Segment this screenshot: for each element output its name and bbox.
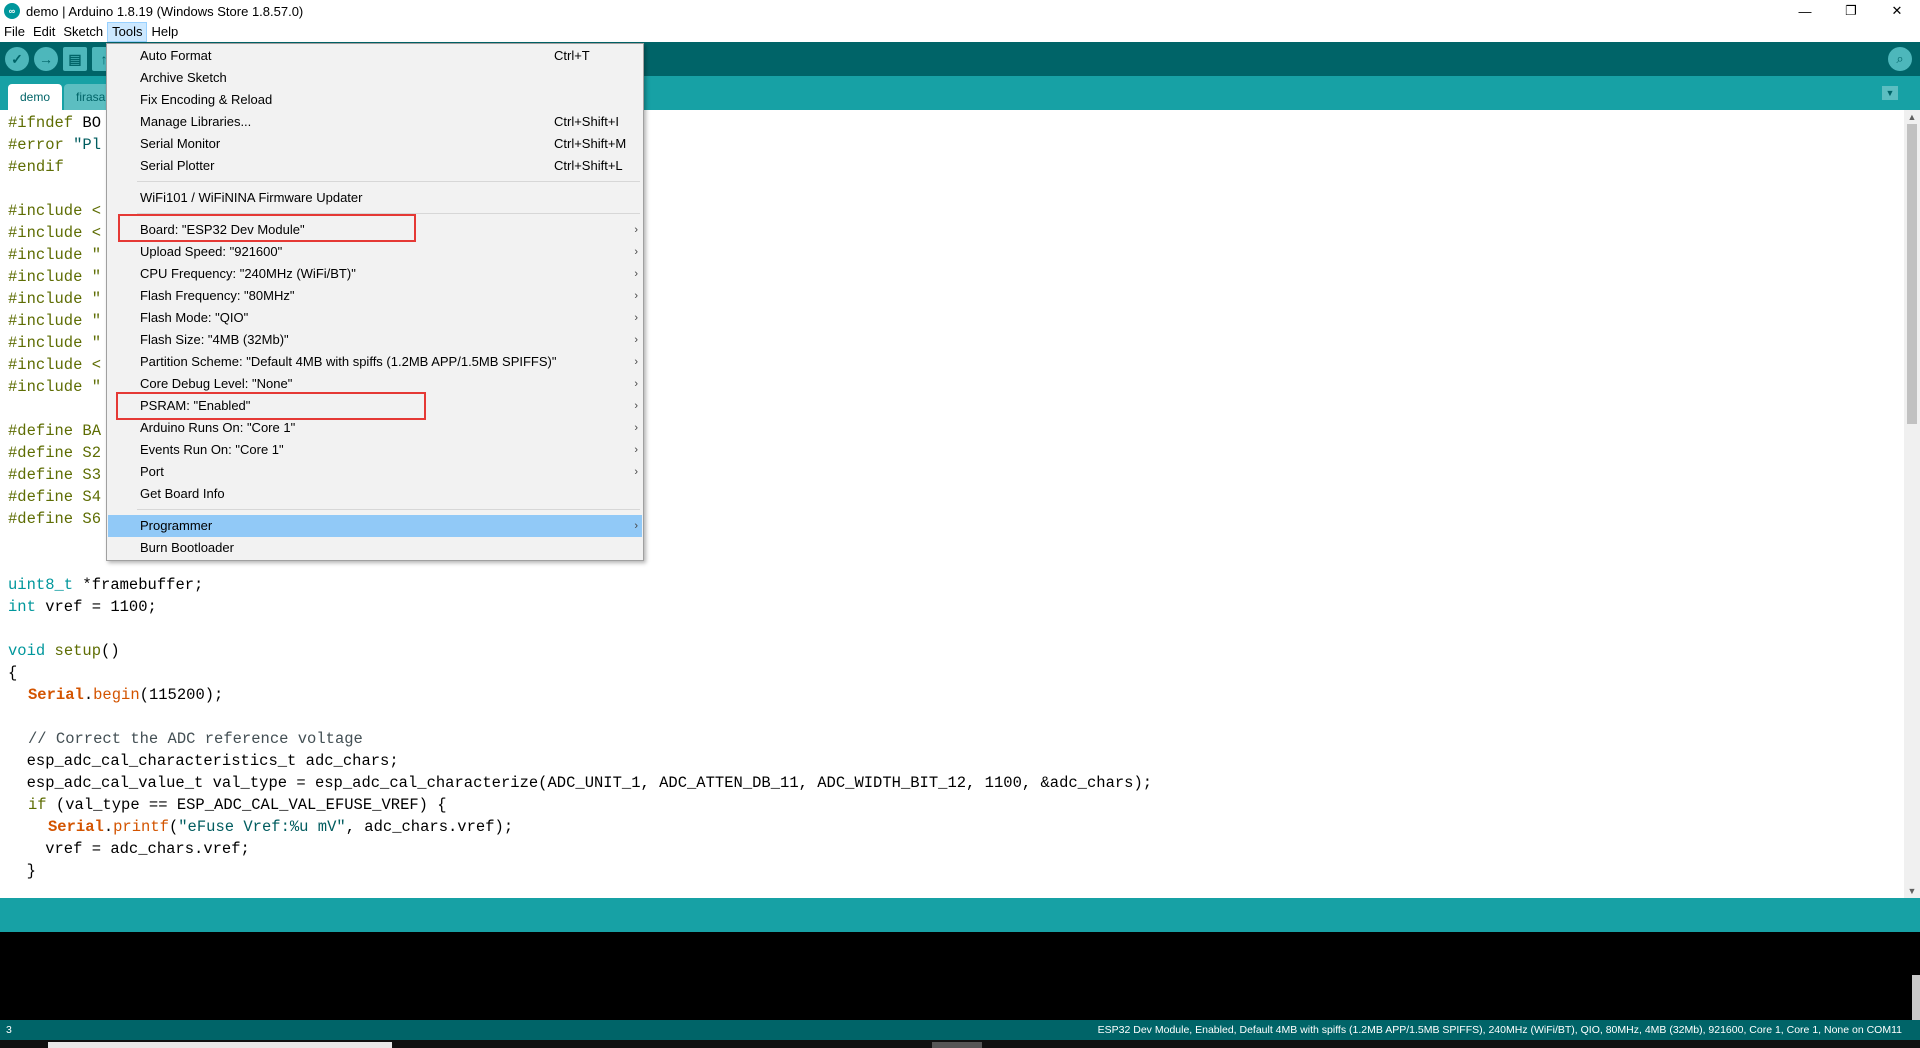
close-button[interactable]: ✕ [1874,0,1920,22]
menu-item-arduino-runs-on[interactable]: Arduino Runs On: "Core 1" › [108,417,642,439]
code-line: esp_adc_cal_characteristics_t adc_chars; [8,752,399,770]
menu-item-manage-libraries[interactable]: Manage Libraries... Ctrl+Shift+I [108,111,642,133]
submenu-arrow-icon: › [634,444,638,456]
menu-separator [137,181,640,182]
menu-help[interactable]: Help [147,22,182,42]
code-line: #include " [8,378,102,396]
code-line: { [8,664,18,682]
menu-item-burn-bootloader[interactable]: Burn Bootloader [108,537,642,559]
code-line: void setup() [8,642,120,660]
menu-item-archive-sketch[interactable]: Archive Sketch [108,67,642,89]
board-config-status: ESP32 Dev Module, Enabled, Default 4MB w… [1097,1024,1902,1036]
code-line: #include " [8,312,102,330]
taskbar-item[interactable] [48,1042,392,1048]
code-line: #include " [8,268,102,286]
menu-item-serial-monitor[interactable]: Serial Monitor Ctrl+Shift+M [108,133,642,155]
submenu-arrow-icon: › [634,378,638,390]
code-line: #include " [8,290,102,308]
submenu-arrow-icon: › [634,224,638,236]
code-line: #include " [8,246,102,264]
menu-item-fix-encoding[interactable]: Fix Encoding & Reload [108,89,642,111]
menu-item-auto-format[interactable]: Auto Format Ctrl+T [108,45,642,67]
code-line: #define S4 [8,488,102,506]
menu-file[interactable]: File [0,22,29,42]
menu-bar: File Edit Sketch Tools Help [0,22,1920,42]
submenu-arrow-icon: › [634,520,638,532]
submenu-arrow-icon: › [634,268,638,280]
code-line: #error "Pl [8,136,102,154]
code-line: Serial.begin(115200); [28,686,224,704]
menu-item-flash-size[interactable]: Flash Size: "4MB (32Mb)" › [108,329,642,351]
submenu-arrow-icon: › [634,312,638,324]
menu-edit[interactable]: Edit [29,22,59,42]
menu-separator [137,509,640,510]
code-line: // Correct the ADC reference voltage [28,730,363,748]
scroll-thumb[interactable] [1907,124,1917,424]
minimize-button[interactable]: — [1782,0,1828,22]
tools-menu-dropdown: Auto Format Ctrl+T Archive Sketch Fix Enc… [106,43,644,561]
menu-item-get-board-info[interactable]: Get Board Info [108,483,642,505]
tab-demo[interactable]: demo [8,84,63,110]
window-controls: — ❐ ✕ [1782,0,1920,22]
menu-item-port[interactable]: Port › [108,461,642,483]
menu-sketch[interactable]: Sketch [59,22,107,42]
code-line: if (val_type == ESP_ADC_CAL_VAL_EFUSE_VR… [28,796,447,814]
menu-item-cpu-frequency[interactable]: CPU Frequency: "240MHz (WiFi/BT)" › [108,263,642,285]
maximize-button[interactable]: ❐ [1828,0,1874,22]
highlight-box-psram [116,392,426,420]
highlight-box-board [118,214,416,242]
code-line: Serial.printf("eFuse Vref:%u mV", adc_ch… [48,818,514,836]
menu-item-flash-frequency[interactable]: Flash Frequency: "80MHz" › [108,285,642,307]
code-line: esp_adc_cal_value_t val_type = esp_adc_c… [8,774,1153,792]
code-line: uint8_t *framebuffer; [8,576,204,594]
console-output[interactable] [0,932,1920,1020]
window-title: demo | Arduino 1.8.19 (Windows Store 1.8… [26,3,304,19]
submenu-arrow-icon: › [634,400,638,412]
menu-tools[interactable]: Tools [107,22,148,42]
menu-item-partition-scheme[interactable]: Partition Scheme: "Default 4MB with spif… [108,351,642,373]
serial-monitor-icon[interactable]: ⌕ [1888,47,1912,71]
console-scrollbar[interactable] [1912,975,1920,1020]
submenu-arrow-icon: › [634,246,638,258]
menu-item-programmer[interactable]: Programmer › [108,515,642,537]
menu-item-firmware-updater[interactable]: WiFi101 / WiFiNINA Firmware Updater [108,187,642,209]
submenu-arrow-icon: › [634,356,638,368]
code-line: #ifndef BO [8,114,102,132]
scroll-up-icon[interactable]: ▲ [1904,110,1920,124]
code-line: } [8,862,36,880]
code-line: #define S6 [8,510,102,528]
scroll-down-icon[interactable]: ▼ [1904,884,1920,898]
message-bar [0,898,1920,932]
tab-menu-icon[interactable]: ▼ [1882,86,1898,100]
taskbar-item[interactable] [932,1042,982,1048]
verify-icon[interactable]: ✓ [5,47,29,71]
code-line: #include " [8,334,102,352]
menu-item-serial-plotter[interactable]: Serial Plotter Ctrl+Shift+L [108,155,642,177]
submenu-arrow-icon: › [634,422,638,434]
title-bar: ∞ demo | Arduino 1.8.19 (Windows Store 1… [0,0,1920,22]
code-line: #define S2 [8,444,102,462]
code-line: int vref = 1100; [8,598,157,616]
submenu-arrow-icon: › [634,466,638,478]
code-line: #include < [8,356,102,374]
new-sketch-icon[interactable]: ▤ [63,47,87,71]
line-number: 3 [6,1024,12,1036]
code-line: #include < [8,224,102,242]
editor-scrollbar[interactable]: ▲ ▼ [1904,110,1920,898]
code-line: #include < [8,202,102,220]
submenu-arrow-icon: › [634,290,638,302]
code-line: #endif [8,158,64,176]
submenu-arrow-icon: › [634,334,638,346]
code-line: #define BA [8,422,102,440]
code-line: vref = adc_chars.vref; [8,840,250,858]
status-footer: 3 ESP32 Dev Module, Enabled, Default 4MB… [0,1020,1920,1040]
arduino-logo-icon: ∞ [4,3,20,19]
code-line: #define S3 [8,466,102,484]
menu-item-events-run-on[interactable]: Events Run On: "Core 1" › [108,439,642,461]
upload-icon[interactable]: → [34,47,58,71]
menu-item-flash-mode[interactable]: Flash Mode: "QIO" › [108,307,642,329]
menu-item-upload-speed[interactable]: Upload Speed: "921600" › [108,241,642,263]
